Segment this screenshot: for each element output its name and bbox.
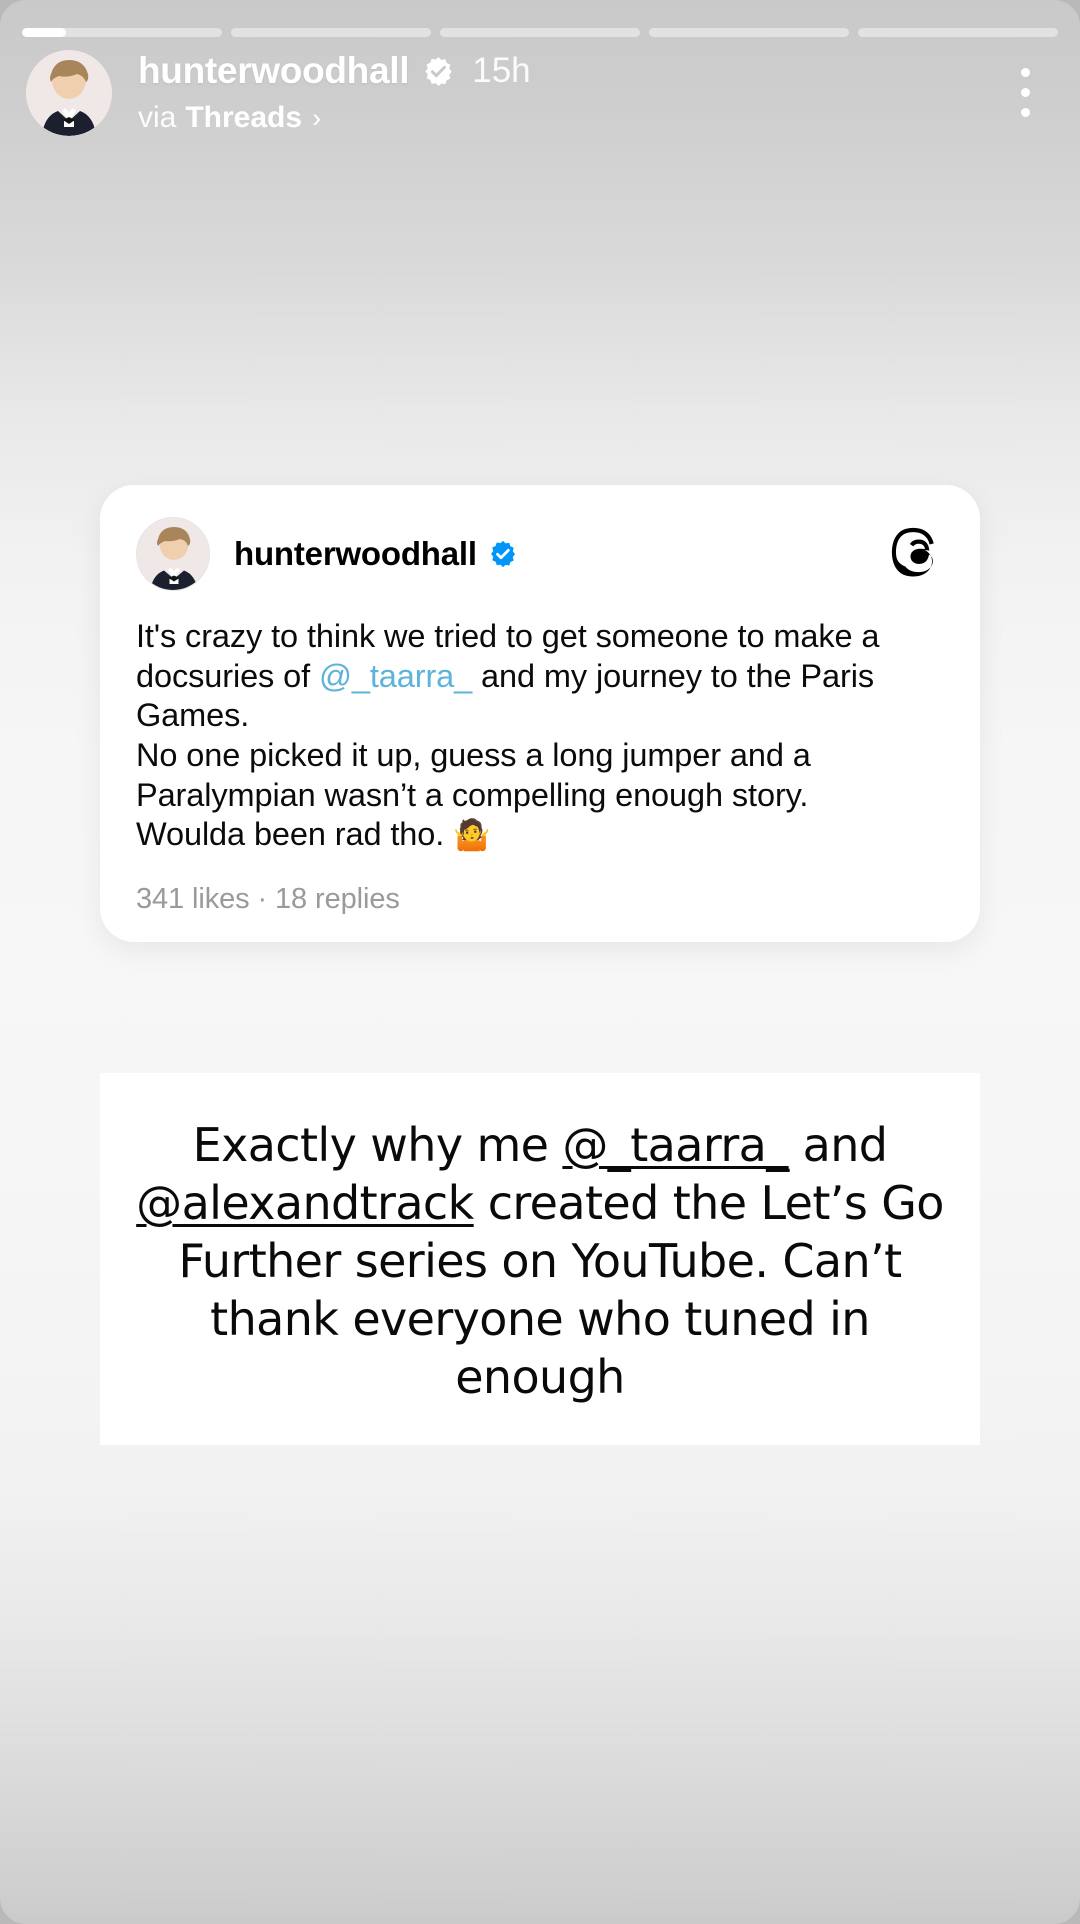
instagram-story-viewer: hunterwoodhall 15h via Threads › hunterw… (0, 0, 1080, 1924)
avatar[interactable] (26, 50, 112, 136)
avatar-image (26, 50, 112, 136)
progress-segment-3[interactable] (440, 28, 640, 37)
progress-segment-5[interactable] (858, 28, 1058, 37)
kebab-menu-icon[interactable] (1016, 68, 1034, 117)
shrug-emoji-icon: 🤷 (453, 819, 491, 853)
threads-avatar[interactable] (136, 517, 210, 591)
chevron-right-icon[interactable]: › (312, 104, 321, 132)
threads-body-paragraph-3: Woulda been rad tho. 🤷 (136, 815, 944, 855)
story-progress-bar (22, 28, 1058, 37)
story-header: hunterwoodhall 15h via Threads › (26, 48, 1054, 158)
username-row[interactable]: hunterwoodhall 15h (138, 50, 531, 92)
progress-segment-1[interactable] (22, 28, 222, 37)
threads-body-paragraph-1: It's crazy to think we tried to get some… (136, 617, 944, 736)
kebab-dot-3 (1020, 108, 1030, 117)
body-text-c: Woulda been rad tho. (136, 816, 454, 853)
threads-card-header: hunterwoodhall (136, 517, 944, 591)
progress-segment-4[interactable] (649, 28, 849, 37)
via-attribution[interactable]: via Threads › (138, 101, 531, 135)
story-caption-block: Exactly why me @_taarra_ and @alexandtra… (100, 1073, 980, 1445)
threads-post-card[interactable]: hunterwoodhall It's crazy to think we tr… (100, 485, 980, 942)
via-label: via (138, 101, 177, 134)
caption-part-1: Exactly why me (192, 1118, 563, 1172)
kebab-dot-1 (1020, 68, 1030, 77)
caption-part-2: and (788, 1118, 888, 1172)
threads-post-username[interactable]: hunterwoodhall (234, 535, 477, 573)
verified-badge-icon (488, 539, 518, 569)
caption-mention-taarra[interactable]: @_taarra_ (562, 1118, 789, 1172)
threads-body-paragraph-2: No one picked it up, guess a long jumper… (136, 736, 811, 813)
threads-post-meta[interactable]: 341 likes · 18 replies (136, 883, 944, 916)
threads-logo-icon[interactable] (890, 527, 944, 581)
via-source-threads[interactable]: Threads (185, 101, 302, 135)
story-username[interactable]: hunterwoodhall (138, 50, 410, 92)
caption-mention-alexandtrack[interactable]: @alexandtrack (136, 1176, 474, 1230)
progress-segment-1-fill (22, 28, 66, 37)
mention-link-taarra[interactable]: @_taarra_ (319, 658, 472, 694)
progress-segment-2[interactable] (231, 28, 431, 37)
threads-card-identity[interactable]: hunterwoodhall (136, 517, 518, 591)
kebab-dot-2 (1020, 88, 1030, 97)
story-caption-text: Exactly why me @_taarra_ and @alexandtra… (130, 1117, 950, 1407)
verified-badge-icon (422, 55, 455, 88)
threads-post-body: It's crazy to think we tried to get some… (136, 617, 944, 855)
header-text-group: hunterwoodhall 15h via Threads › (138, 48, 531, 135)
story-timestamp: 15h (472, 51, 531, 90)
